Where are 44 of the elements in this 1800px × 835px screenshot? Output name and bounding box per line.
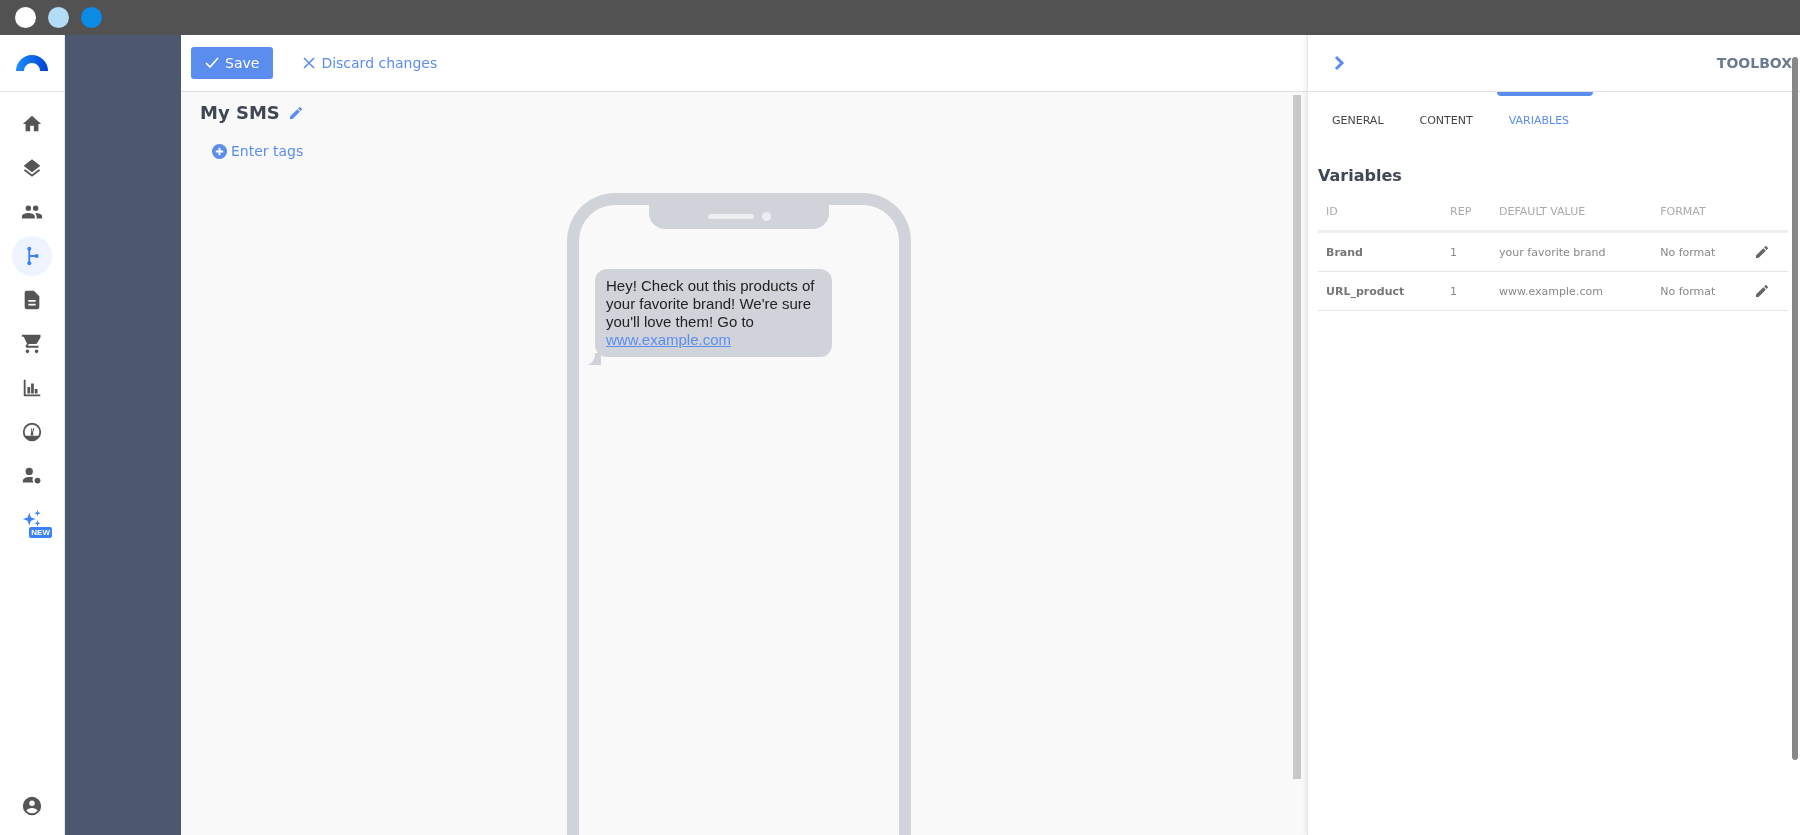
save-button[interactable]: Save — [191, 47, 274, 79]
toolbox-tab[interactable]: GENERAL — [1320, 92, 1408, 134]
scrollbar[interactable] — [1293, 95, 1301, 779]
message-link[interactable]: www.example.com — [606, 331, 732, 348]
close-icon — [303, 57, 316, 69]
column-header: REP — [1442, 199, 1492, 232]
table-cell: No format — [1652, 271, 1746, 311]
edit-icon[interactable] — [1753, 283, 1770, 299]
nav-sparkles-button[interactable]: NEW — [12, 500, 52, 540]
window-minimize-dot[interactable] — [48, 7, 69, 28]
toolbox-tab[interactable]: CONTENT — [1407, 92, 1497, 134]
discard-button[interactable]: Discard changes — [297, 54, 444, 72]
window-maximize-dot[interactable] — [81, 7, 102, 28]
toolbox-tab[interactable]: VARIABLES — [1496, 92, 1594, 134]
column-header: ID — [1318, 199, 1443, 232]
plus-icon — [212, 143, 227, 159]
account-icon[interactable] — [21, 795, 43, 817]
table-cell: www.example.com — [1491, 271, 1653, 311]
layers-icon — [21, 157, 43, 179]
cart-icon — [21, 333, 43, 355]
new-badge: NEW — [29, 527, 52, 538]
table-cell: your favorite brand — [1491, 231, 1653, 272]
scrollbar[interactable] — [1792, 57, 1798, 760]
user-settings-icon — [21, 465, 43, 487]
enter-tags-button[interactable]: Enter tags — [212, 143, 304, 159]
gauge-icon — [21, 421, 43, 443]
nav-flow-button[interactable] — [12, 236, 52, 276]
message-title: My SMS — [200, 102, 280, 123]
chart-icon — [21, 377, 43, 399]
column-header: DEFAULT VALUE — [1491, 199, 1653, 232]
table-cell: Brand — [1318, 231, 1443, 272]
check-icon — [205, 56, 219, 70]
table-cell: No format — [1652, 231, 1746, 272]
table-cell: 1 — [1442, 271, 1492, 311]
edit-icon[interactable] — [1753, 244, 1770, 260]
message-bubble: Hey! Check out this products of your favorite brand! We're sure you'll love them! Go to www.example.com — [595, 269, 832, 357]
edit-icon[interactable] — [287, 104, 304, 121]
column-header: FORMAT — [1652, 199, 1746, 232]
logo-icon[interactable] — [16, 55, 48, 71]
table-cell: URL_product — [1318, 271, 1443, 311]
window-close-dot[interactable] — [15, 7, 36, 28]
variables-heading: Variables — [1318, 166, 1403, 185]
table-cell: 1 — [1442, 231, 1492, 272]
toolbox-title: TOOLBOX — [1716, 55, 1792, 71]
